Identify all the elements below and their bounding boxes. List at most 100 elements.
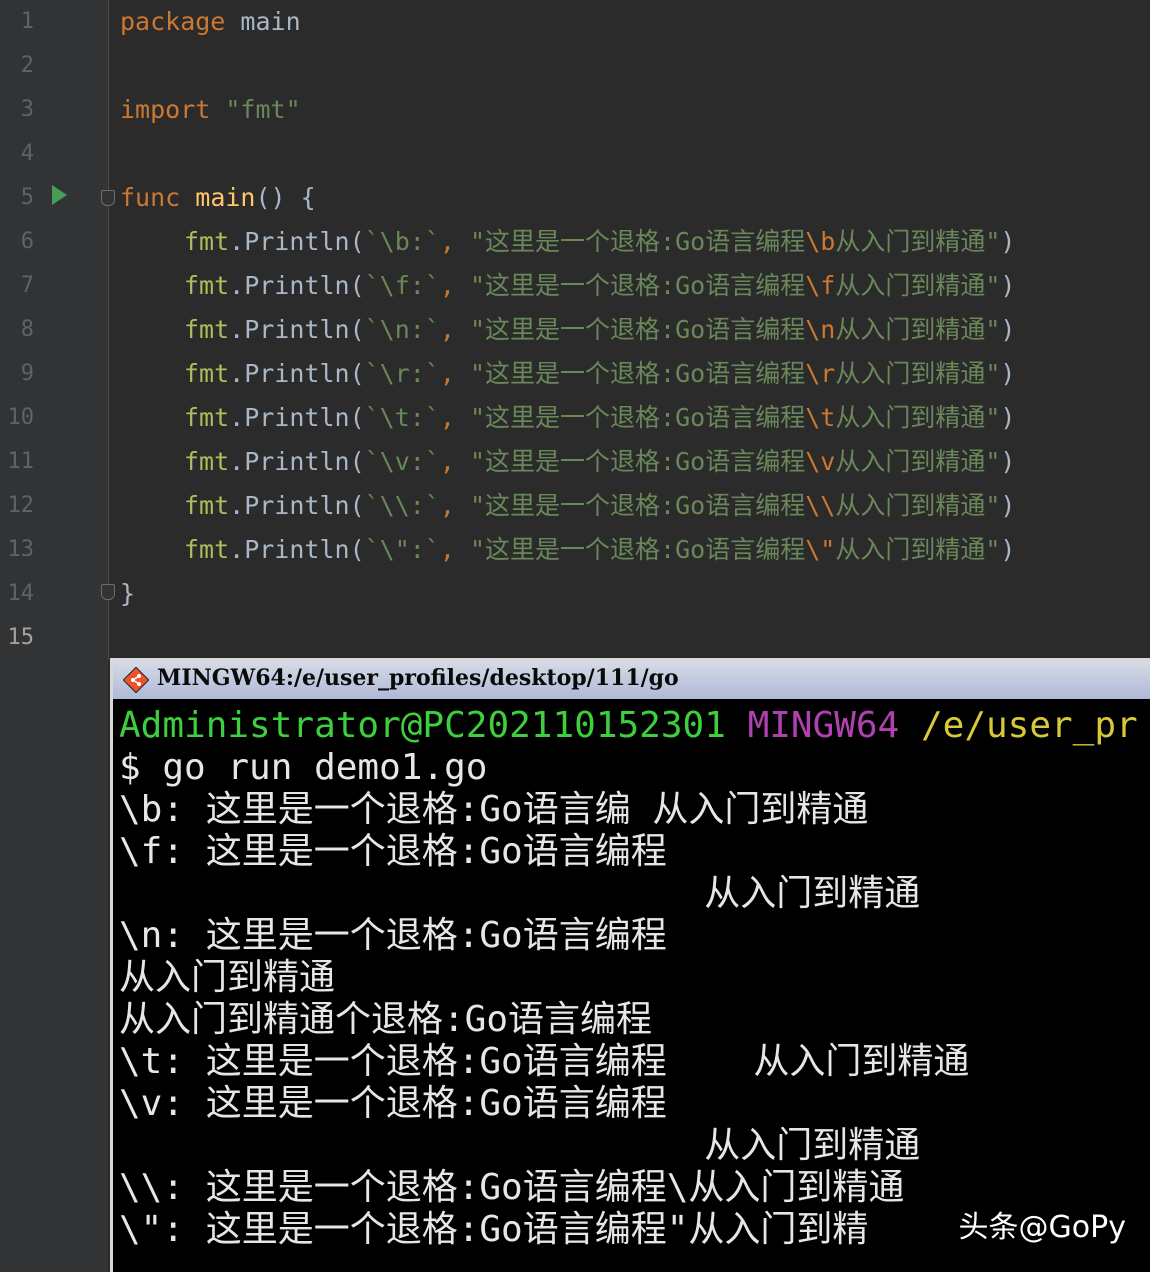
code-line[interactable]: func main() { [120, 176, 316, 220]
code-line[interactable]: fmt.Println(`\t:`, "这里是一个退格:Go语言编程\t从入门到… [120, 396, 1015, 440]
fold-icon[interactable] [101, 584, 115, 600]
string-literal: 从入门到精通" [835, 315, 1001, 344]
method-call: .Println( [229, 315, 365, 344]
code-line[interactable]: fmt.Println(`\v:`, "这里是一个退格:Go语言编程\v从入门到… [120, 440, 1015, 484]
terminal-title: MINGW64:/e/user_profiles/desktop/111/go [157, 665, 679, 691]
raw-string: `\b:` [364, 227, 440, 256]
code-line[interactable]: fmt.Println(`\":`, "这里是一个退格:Go语言编程\"从入门到… [120, 528, 1015, 572]
line-number: 8 [20, 317, 34, 342]
closing-paren: ) [1000, 491, 1016, 520]
watermark: 头条@GoPy [958, 1210, 1126, 1245]
terminal-output-line: \": 这里是一个退格:Go语言编程"从入门到精 [119, 1209, 869, 1250]
code-line[interactable]: } [120, 572, 135, 616]
terminal-window[interactable]: MINGW64:/e/user_profiles/desktop/111/go … [110, 658, 1150, 1272]
package-name: fmt [184, 447, 230, 476]
escape-sequence: \v [805, 447, 836, 476]
string-literal: 从入门到精通" [835, 359, 1001, 388]
method-call: .Println( [229, 535, 365, 564]
escape-sequence: \\ [805, 491, 836, 520]
terminal-output-line: \n: 这里是一个退格:Go语言编程 [119, 915, 667, 956]
escape-sequence: \b [805, 227, 836, 256]
string-literal: 从入门到精通" [835, 535, 1001, 564]
string-literal: "这里是一个退格:Go语言编程 [470, 403, 806, 432]
keyword: func [120, 183, 181, 212]
string-literal: 从入门到精通" [835, 491, 1001, 520]
code-line[interactable]: fmt.Println(`\f:`, "这里是一个退格:Go语言编程\f从入门到… [120, 264, 1015, 308]
closing-paren: ) [1000, 447, 1016, 476]
run-icon[interactable] [52, 185, 67, 205]
line-number: 9 [20, 361, 34, 386]
closing-paren: ) [1000, 535, 1016, 564]
comma: , [439, 315, 470, 344]
keyword: import [120, 95, 211, 124]
git-bash-icon [123, 667, 149, 693]
prompt-user: Administrator@PC202110152301 [119, 705, 726, 746]
terminal-output-line: \v: 这里是一个退格:Go语言编程 [119, 1083, 667, 1124]
function-name: main [180, 183, 256, 212]
package-name: fmt [184, 271, 230, 300]
code-line[interactable]: fmt.Println(`\r:`, "这里是一个退格:Go语言编程\r从入门到… [120, 352, 1015, 396]
string-literal: "这里是一个退格:Go语言编程 [470, 315, 806, 344]
string-literal: "这里是一个退格:Go语言编程 [470, 491, 806, 520]
method-call: .Println( [229, 447, 365, 476]
string-literal: 从入门到精通" [835, 271, 1001, 300]
closing-paren: ) [1000, 359, 1016, 388]
package-name: fmt [184, 315, 230, 344]
line-number: 2 [20, 53, 34, 78]
comma: , [439, 491, 470, 520]
string-literal: "这里是一个退格:Go语言编程 [470, 271, 806, 300]
code-line[interactable]: fmt.Println(`\b:`, "这里是一个退格:Go语言编程\b从入门到… [120, 220, 1015, 264]
string-literal: 从入门到精通" [835, 403, 1001, 432]
string-literal: "fmt" [210, 95, 301, 124]
identifier: main [225, 7, 301, 36]
raw-string: `\n:` [364, 315, 440, 344]
line-number: 3 [20, 97, 34, 122]
terminal-output-line: \t: 这里是一个退格:Go语言编程 从入门到精通 [119, 1041, 970, 1082]
line-number: 11 [7, 449, 35, 474]
method-call: .Println( [229, 491, 365, 520]
code-line[interactable]: import "fmt" [120, 88, 301, 132]
code-line[interactable]: fmt.Println(`\\:`, "这里是一个退格:Go语言编程\\从入门到… [120, 484, 1015, 528]
prompt-env: MINGW64 [747, 705, 900, 746]
method-call: .Println( [229, 227, 365, 256]
escape-sequence: \f [805, 271, 836, 300]
line-number: 12 [7, 493, 35, 518]
line-number: 5 [20, 185, 34, 210]
method-call: .Println( [229, 403, 365, 432]
gutter-separator [108, 0, 109, 660]
terminal-output-line: \b: 这里是一个退格:Go语言编 从入门到精通 [119, 789, 869, 830]
string-literal: 从入门到精通" [835, 447, 1001, 476]
raw-string: `\f:` [364, 271, 440, 300]
method-call: .Println( [229, 271, 365, 300]
terminal-output-line: 从入门到精通个退格:Go语言编程 [119, 999, 653, 1040]
closing-brace: } [120, 579, 136, 608]
code-line[interactable]: fmt.Println(`\n:`, "这里是一个退格:Go语言编程\n从入门到… [120, 308, 1015, 352]
raw-string: `\":` [364, 535, 440, 564]
terminal-prompt: Administrator@PC202110152301 MINGW64 /e/… [119, 705, 1138, 747]
closing-paren: ) [1000, 227, 1016, 256]
package-name: fmt [184, 403, 230, 432]
comma: , [439, 535, 470, 564]
terminal-command: $ go run demo1.go [119, 747, 488, 788]
fold-icon[interactable] [101, 190, 115, 206]
terminal-titlebar[interactable]: MINGW64:/e/user_profiles/desktop/111/go [113, 661, 1150, 699]
string-literal: "这里是一个退格:Go语言编程 [470, 535, 806, 564]
raw-string: `\r:` [364, 359, 440, 388]
comma: , [439, 227, 470, 256]
terminal-output-line: 从入门到精通 [119, 1125, 921, 1166]
line-number: 10 [7, 405, 35, 430]
code-line[interactable]: package main [120, 0, 301, 44]
code-editor[interactable]: 1 2 3 4 5 6 7 8 9 10 11 12 13 14 15 pack… [0, 0, 1150, 1272]
string-literal: "这里是一个退格:Go语言编程 [470, 227, 806, 256]
terminal-output-line: 从入门到精通 [119, 873, 921, 914]
comma: , [439, 403, 470, 432]
line-number-current: 15 [7, 625, 35, 650]
line-number: 13 [7, 537, 35, 562]
line-number: 1 [20, 9, 34, 34]
package-name: fmt [184, 491, 230, 520]
terminal-output-line: \\: 这里是一个退格:Go语言编程\从入门到精通 [119, 1167, 905, 1208]
escape-sequence: \r [805, 359, 836, 388]
line-number: 6 [20, 229, 34, 254]
terminal-output-line: \f: 这里是一个退格:Go语言编程 [119, 831, 667, 872]
punctuation: () { [255, 183, 316, 212]
